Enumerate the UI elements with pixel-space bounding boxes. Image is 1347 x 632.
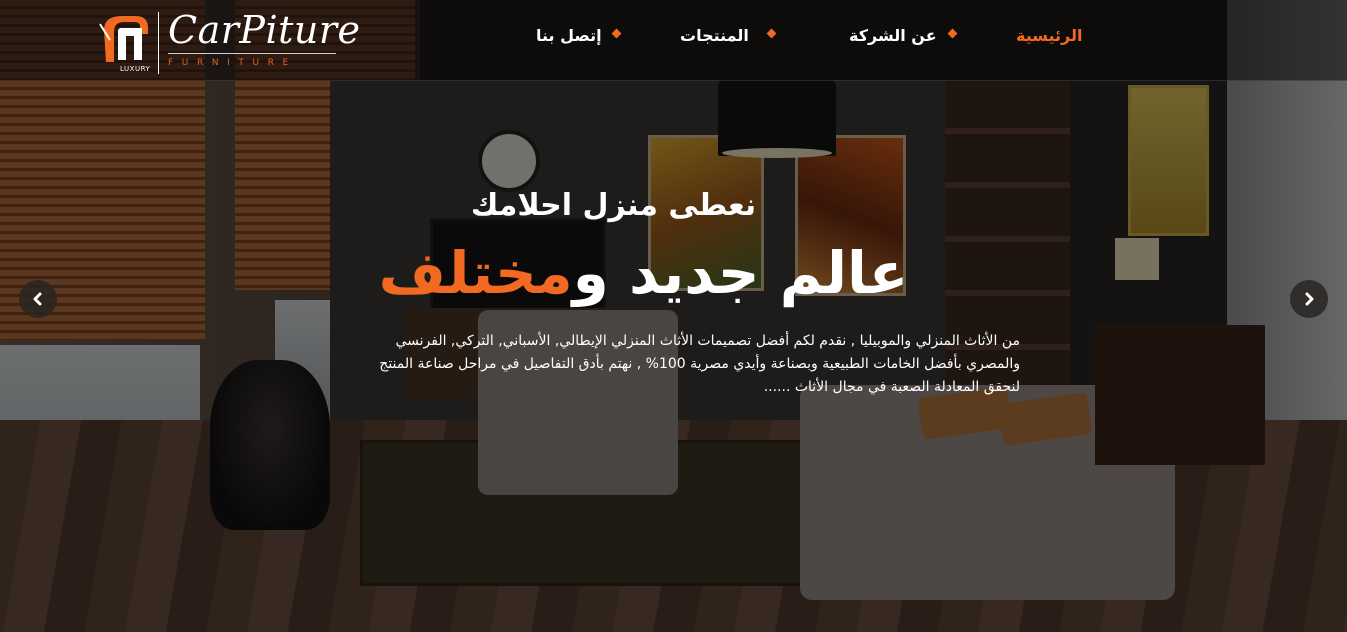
chevron-left-icon bbox=[33, 292, 42, 306]
hero-description: من الأثاث المنزلي والموبيليا , نقدم لكم … bbox=[379, 333, 1020, 395]
site-header: LUXURY CarPiture FURNITURE الرئيسية عن ا… bbox=[0, 0, 1347, 81]
carousel-prev-button[interactable] bbox=[19, 280, 57, 318]
hero-subtitle: نعطى منزل احلامك bbox=[470, 188, 757, 223]
diamond-separator-icon bbox=[947, 28, 958, 39]
hero-title-main: عالم جديد و bbox=[572, 239, 909, 307]
brand-name: CarPiture bbox=[168, 8, 361, 52]
logo-mark-icon bbox=[99, 16, 148, 62]
carousel-next-button[interactable] bbox=[1290, 280, 1328, 318]
hero-title: عالم جديد ومختلف bbox=[0, 238, 1347, 308]
diamond-separator-icon bbox=[766, 28, 777, 39]
diamond-separator-icon bbox=[611, 28, 622, 39]
nav-item-about[interactable]: عن الشركة bbox=[849, 26, 937, 45]
brand-subtitle: FURNITURE bbox=[168, 58, 297, 68]
logo-divider bbox=[158, 12, 159, 74]
brand-tag: LUXURY bbox=[120, 65, 151, 73]
nav-item-home[interactable]: الرئيسية bbox=[1016, 26, 1083, 45]
dark-overlay bbox=[0, 0, 1347, 632]
brand-logo[interactable]: LUXURY CarPiture FURNITURE bbox=[96, 6, 360, 76]
nav-item-contact[interactable]: إتصل بنا bbox=[536, 26, 602, 45]
nav-item-products[interactable]: المنتجات bbox=[680, 26, 749, 45]
hero-title-accent: مختلف bbox=[378, 239, 573, 307]
logo-underline bbox=[168, 53, 336, 54]
chevron-right-icon bbox=[1305, 292, 1314, 306]
hero-background bbox=[0, 0, 1347, 632]
